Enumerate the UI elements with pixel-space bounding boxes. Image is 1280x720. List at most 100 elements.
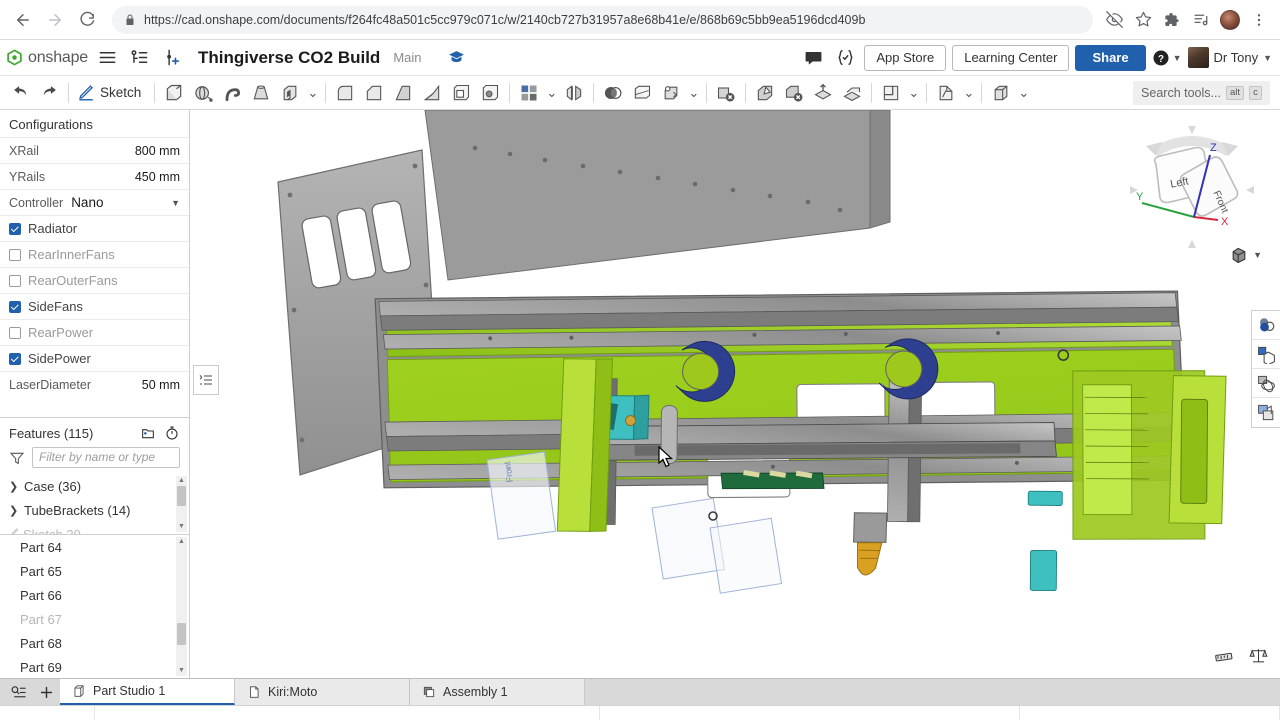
checkbox-sidefans[interactable] <box>9 300 21 313</box>
add-folder-icon[interactable] <box>140 425 156 441</box>
loft-icon[interactable] <box>247 79 275 107</box>
chevron-down-icon[interactable]: ⌄ <box>961 79 976 107</box>
transform-icon[interactable] <box>657 79 685 107</box>
measure-icon[interactable] <box>1214 646 1233 668</box>
import-icon[interactable] <box>809 79 837 107</box>
more-icon[interactable] <box>1246 7 1272 33</box>
checkbox-rearinnerfans[interactable] <box>9 248 21 261</box>
pattern-icon[interactable] <box>515 79 543 107</box>
feature-sketch-29[interactable]: Sketch 29 <box>0 522 189 535</box>
feature-folder-tubebrackets[interactable]: ❯ TubeBrackets (14) <box>0 498 189 522</box>
move-face-icon[interactable] <box>751 79 779 107</box>
scroll-up-icon[interactable]: ▲ <box>178 476 185 486</box>
chevron-down-icon[interactable]: ⌄ <box>544 79 559 107</box>
checkbox-rearpower[interactable] <box>9 326 21 339</box>
hole-icon[interactable] <box>476 79 504 107</box>
plane-icon[interactable] <box>877 79 905 107</box>
sections-icon[interactable] <box>1252 398 1280 427</box>
eye-off-icon[interactable] <box>1101 7 1127 33</box>
filter-icon[interactable] <box>9 450 25 466</box>
redo-icon[interactable] <box>35 79 63 107</box>
chamfer-icon[interactable] <box>360 79 388 107</box>
boolean-icon[interactable] <box>599 79 627 107</box>
share-button[interactable]: Share <box>1075 44 1146 71</box>
comments-icon[interactable] <box>800 45 826 71</box>
versions-history-icon[interactable] <box>126 45 152 71</box>
list-item[interactable]: Part 65 <box>0 559 189 583</box>
checkbox-rearouterfans[interactable] <box>9 274 21 287</box>
config-row-sidepower[interactable]: SidePower <box>0 345 189 371</box>
add-version-icon[interactable] <box>158 45 184 71</box>
star-icon[interactable] <box>1130 7 1156 33</box>
delete-face-icon[interactable] <box>780 79 808 107</box>
sweep-icon[interactable] <box>218 79 246 107</box>
shell-icon[interactable] <box>447 79 475 107</box>
config-row-controller[interactable]: Controller Nano ▼ <box>0 189 189 215</box>
undo-icon[interactable] <box>6 79 34 107</box>
add-tab-icon[interactable] <box>32 679 60 705</box>
profile-icon[interactable] <box>1217 7 1243 33</box>
address-bar[interactable]: https://cad.onshape.com/documents/f264fc… <box>112 5 1093 34</box>
rollback-timer-icon[interactable] <box>164 425 180 441</box>
display-mode-button[interactable]: ▼ <box>1229 245 1262 265</box>
browser-forward-button[interactable] <box>40 5 70 35</box>
sketch-plane-icon[interactable] <box>932 79 960 107</box>
list-item[interactable]: Part 64 <box>0 535 189 559</box>
sketch-button[interactable]: Sketch <box>74 79 149 107</box>
share-branch-icon[interactable] <box>444 45 470 71</box>
scroll-up-icon[interactable]: ▲ <box>178 537 185 547</box>
browser-reload-button[interactable] <box>72 5 102 35</box>
part-icon[interactable] <box>987 79 1015 107</box>
config-row-rearpower[interactable]: RearPower <box>0 319 189 345</box>
tab-part-studio-1[interactable]: Part Studio 1 <box>60 679 235 705</box>
list-item[interactable]: Part 69 <box>0 655 189 678</box>
parts-list-scrollbar[interactable]: ▲ ▼ <box>176 537 187 676</box>
search-tools-input[interactable]: Search tools... alt c <box>1133 80 1270 105</box>
config-row-laserdiameter[interactable]: LaserDiameter 50 mm <box>0 371 189 397</box>
draft-icon[interactable] <box>389 79 417 107</box>
cad-model[interactable]: Front <box>190 110 1280 678</box>
checkbox-radiator[interactable] <box>9 222 21 235</box>
media-icon[interactable] <box>1188 7 1214 33</box>
revolve-icon[interactable] <box>189 79 217 107</box>
chevron-down-icon[interactable]: ⌄ <box>686 79 701 107</box>
app-store-button[interactable]: App Store <box>864 44 947 71</box>
thicken-icon[interactable] <box>276 79 304 107</box>
onshape-logo[interactable]: onshape <box>6 49 88 67</box>
controller-dropdown[interactable]: Nano ▼ <box>71 195 180 210</box>
features-filter-input[interactable]: Filter by name or type <box>32 447 180 468</box>
config-row-rearouterfans[interactable]: RearOuterFans <box>0 267 189 293</box>
user-menu[interactable]: Dr Tony ▼ <box>1187 47 1272 68</box>
mass-properties-icon[interactable] <box>1249 646 1268 668</box>
rib-icon[interactable] <box>418 79 446 107</box>
learning-center-button[interactable]: Learning Center <box>952 44 1070 71</box>
menu-icon[interactable] <box>94 45 120 71</box>
config-row-rearinnerfans[interactable]: RearInnerFans <box>0 241 189 267</box>
list-item[interactable]: Part 67 <box>0 607 189 631</box>
scroll-down-icon[interactable]: ▼ <box>178 666 185 676</box>
feature-tree-scrollbar[interactable]: ▲ ▼ <box>176 476 187 532</box>
fillet-icon[interactable] <box>331 79 359 107</box>
help-menu[interactable]: ? ▼ <box>1152 49 1182 67</box>
search-tabs-icon[interactable] <box>4 679 32 705</box>
list-item[interactable]: Part 66 <box>0 583 189 607</box>
scroll-down-icon[interactable]: ▼ <box>178 522 185 532</box>
chevron-down-icon[interactable]: ⌄ <box>305 79 320 107</box>
extrude-icon[interactable] <box>160 79 188 107</box>
appearance-icon[interactable] <box>1252 311 1280 340</box>
tasks-icon[interactable] <box>832 45 858 71</box>
config-row-sidefans[interactable]: SideFans <box>0 293 189 319</box>
config-row-yrails[interactable]: YRails 450 mm <box>0 163 189 189</box>
delete-part-icon[interactable] <box>712 79 740 107</box>
feature-folder-case[interactable]: ❯ Case (36) <box>0 474 189 498</box>
chevron-down-icon[interactable]: ⌄ <box>906 79 921 107</box>
export-icon[interactable] <box>838 79 866 107</box>
list-item[interactable]: Part 68 <box>0 631 189 655</box>
mirror-icon[interactable] <box>560 79 588 107</box>
checkbox-sidepower[interactable] <box>9 352 21 365</box>
extensions-icon[interactable] <box>1159 7 1185 33</box>
graphics-viewport[interactable]: Front Left Front Y X Z ▼ <box>190 110 1280 678</box>
config-row-radiator[interactable]: Radiator <box>0 215 189 241</box>
configuration-table-button[interactable] <box>193 365 219 395</box>
tab-assembly-1[interactable]: Assembly 1 <box>410 679 585 705</box>
